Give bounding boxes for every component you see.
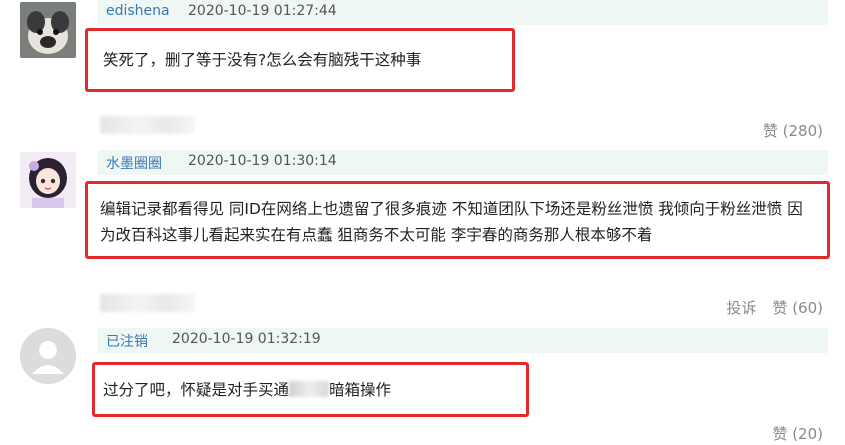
comment-content-box: 笑死了，删了等于没有?怎么会有脑残干这种事 (85, 28, 515, 92)
comment-actions: 赞 (280) (763, 120, 823, 141)
username-link[interactable]: 水墨圈圈 (106, 153, 162, 173)
like-button[interactable]: 赞 (20) (772, 423, 823, 444)
like-button[interactable]: 赞 (280) (763, 120, 823, 141)
redacted-ip (100, 294, 195, 312)
redacted-ip (100, 116, 195, 134)
comment-actions: 投诉 赞 (60) (726, 297, 823, 318)
comment-text: 编辑记录都看得见 同ID在网络上也遗留了很多痕迹 不知道团队下场还是粉丝泄愤 我… (100, 200, 803, 244)
like-button[interactable]: 赞 (60) (772, 297, 823, 318)
redacted-text (289, 381, 330, 397)
avatar[interactable] (20, 2, 76, 58)
comment-meta-bar: 水墨圈圈 2020-10-19 01:30:14 (98, 150, 828, 175)
comment-content-box: 编辑记录都看得见 同ID在网络上也遗留了很多痕迹 不知道团队下场还是粉丝泄愤 我… (85, 181, 830, 259)
report-button[interactable]: 投诉 (726, 297, 756, 318)
comment-meta-bar: 已注销 2020-10-19 01:32:19 (98, 328, 828, 353)
comment-timestamp: 2020-10-19 01:32:19 (172, 331, 321, 347)
username-link[interactable]: 已注销 (106, 331, 148, 351)
comment-text: 笑死了，删了等于没有?怎么会有脑残干这种事 (103, 51, 422, 69)
anime-girl-avatar-image (20, 152, 76, 208)
comment-meta-bar: edishena 2020-10-19 01:27:44 (98, 0, 828, 25)
comment-content-box: 过分了吧，怀疑是对手买通 暗箱操作 (92, 362, 529, 417)
comment-actions: 赞 (20) (772, 423, 823, 444)
dog-avatar-image (20, 2, 76, 58)
username-link[interactable]: edishena (106, 3, 170, 19)
comment-timestamp: 2020-10-19 01:27:44 (188, 3, 337, 19)
default-user-icon (20, 328, 76, 384)
comment-timestamp: 2020-10-19 01:30:14 (188, 153, 337, 169)
avatar[interactable] (20, 328, 76, 384)
comment-text-end: 暗箱操作 (329, 381, 392, 399)
comment-text: 过分了吧，怀疑是对手买通 暗箱操作 (103, 377, 526, 403)
comment-text-start: 过分了吧，怀疑是对手买通 (103, 381, 290, 399)
avatar[interactable] (20, 152, 76, 208)
